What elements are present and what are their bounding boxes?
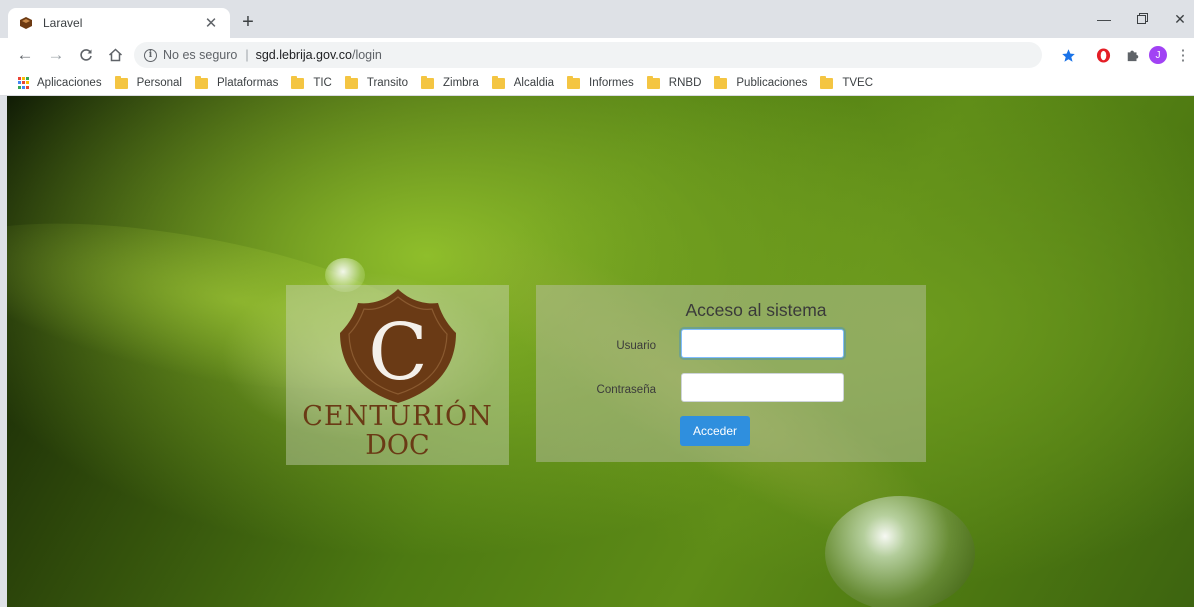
bookmark-label: Publicaciones [736,77,808,89]
reload-icon[interactable] [74,43,98,67]
bookmark-publicaciones[interactable]: Publicaciones [714,75,808,89]
folder-icon [567,75,581,89]
laravel-favicon-icon [18,15,34,31]
folder-icon [114,75,128,89]
bookmark-rnbd[interactable]: RNBD [646,75,702,89]
login-title: Acceso al sistema [685,300,827,320]
minimize-icon[interactable]: — [1084,8,1124,30]
bookmark-label: TIC [313,77,332,89]
bookmark-tic[interactable]: TIC [291,75,332,89]
brand-name: CENTURIÓN [302,401,493,432]
bookmark-label: Aplicaciones [37,77,102,89]
folder-icon [291,75,305,89]
menu-kebab-icon[interactable]: ⋮ [1172,44,1194,66]
tab-close-icon[interactable]: ✕ [202,14,220,32]
tab-strip: Laravel ✕ + — ✕ [0,0,1194,38]
bookmark-label: Plataformas [216,77,279,89]
tab-title: Laravel [43,16,83,30]
back-icon[interactable]: ← [13,43,37,67]
folder-icon [820,75,834,89]
new-tab-icon[interactable]: + [236,11,260,35]
opera-extension-icon[interactable] [1092,44,1114,66]
bookmark-alcaldia[interactable]: Alcaldia [491,75,555,89]
bookmark-label: Zimbra [442,77,479,89]
username-label: Usuario [616,340,656,352]
bookmark-label: Personal [136,77,182,89]
folder-icon [714,75,728,89]
address-bar[interactable]: i No es seguro | sgd.lebrija.gov.co /log… [134,42,1042,68]
username-input[interactable] [681,329,844,358]
bookmark-label: TVEC [842,77,874,89]
water-drop-shape [825,496,975,607]
bookmark-personal[interactable]: Personal [114,75,182,89]
login-submit-button[interactable]: Acceder [680,416,750,446]
bookmark-tvec[interactable]: TVEC [820,75,874,89]
bookmark-zimbra[interactable]: Zimbra [420,75,479,89]
folder-icon [194,75,208,89]
profile-initial: J [1149,46,1167,64]
restore-icon[interactable] [1122,8,1162,30]
browser-toolbar: ← → i No es seguro | sgd.lebrija.gov.co … [0,38,1194,71]
logo-initial: C [368,308,428,398]
bookmark-label: Informes [589,77,634,89]
folder-icon [646,75,660,89]
bookmarks-bar: Aplicaciones Personal Plataformas TIC Tr… [0,71,1194,96]
folder-icon [344,75,358,89]
centurion-shield-logo: C [339,289,456,403]
url-path: /login [351,48,382,62]
url-host: sgd.lebrija.gov.co [255,48,352,62]
brand-subtitle: DOC [365,430,430,461]
logo-panel: C CENTURIÓN DOC [286,285,509,465]
password-input[interactable] [681,373,844,402]
profile-avatar[interactable]: J [1147,44,1169,66]
bookmark-label: Transito [366,77,408,89]
omnibox-separator: | [245,48,249,62]
info-icon[interactable]: i [144,48,157,62]
extensions-puzzle-icon[interactable] [1122,44,1144,66]
bookmark-apps[interactable]: Aplicaciones [18,77,102,89]
folder-icon [491,75,505,89]
close-window-icon[interactable]: ✕ [1160,8,1194,30]
bookmark-label: Alcaldia [513,77,555,89]
forward-icon[interactable]: → [44,43,68,67]
bookmark-plataformas[interactable]: Plataformas [194,75,279,89]
bookmark-label: RNBD [668,77,702,89]
home-icon[interactable] [103,43,127,67]
security-label: No es seguro [163,48,238,62]
page-background: C CENTURIÓN DOC Acceso al sistema Usuari… [7,96,1194,607]
bookmark-star-icon[interactable] [1057,44,1079,66]
folder-icon [420,75,434,89]
bookmark-transito[interactable]: Transito [344,75,408,89]
browser-tab[interactable]: Laravel ✕ [8,8,230,38]
bookmark-informes[interactable]: Informes [567,75,634,89]
apps-grid-icon [18,77,30,89]
login-panel: Acceso al sistema Usuario Contraseña Acc… [536,285,926,462]
password-label: Contraseña [596,384,656,396]
